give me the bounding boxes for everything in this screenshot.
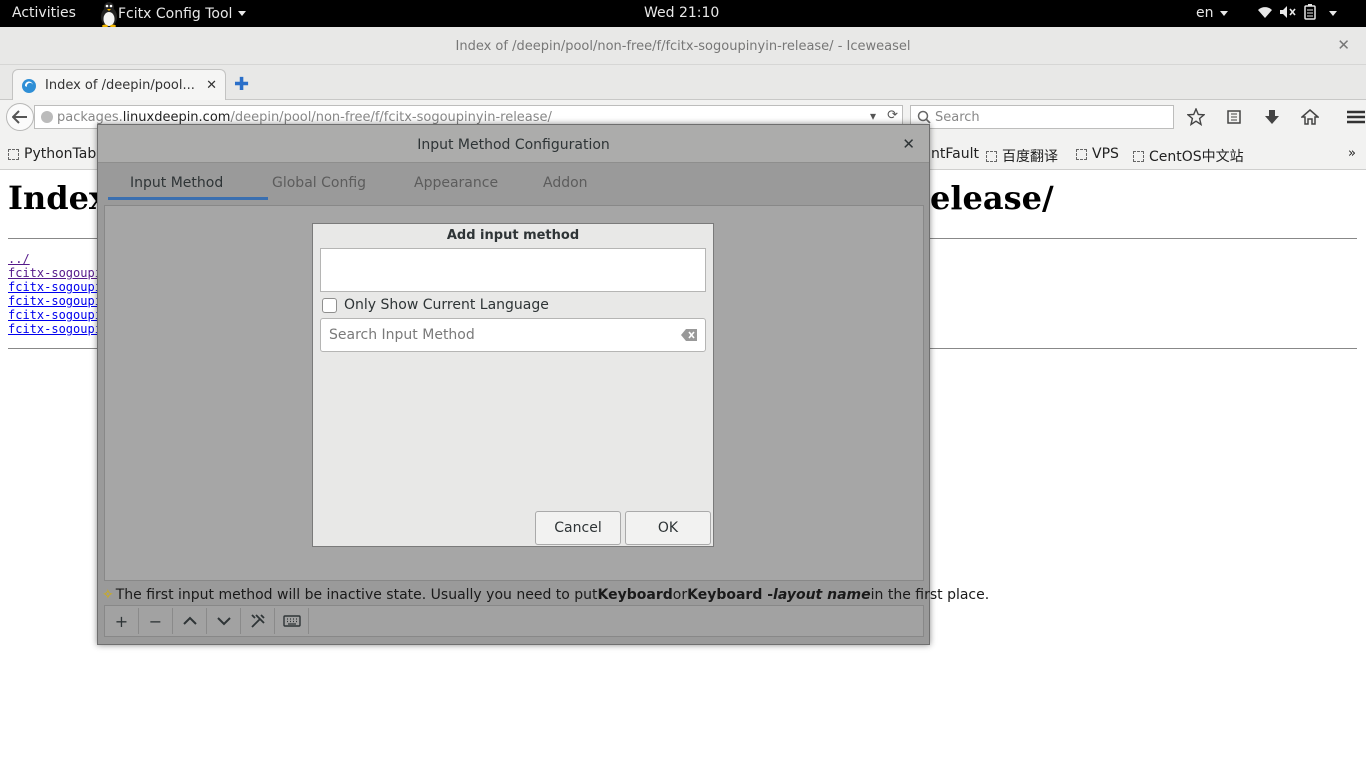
ok-button[interactable]: OK bbox=[625, 511, 711, 545]
tab-global-config[interactable]: Global Config bbox=[272, 175, 366, 191]
tab-addon[interactable]: Addon bbox=[543, 175, 588, 191]
site-identity-icon[interactable] bbox=[41, 111, 53, 123]
url-dropdown-icon[interactable]: ▾ bbox=[870, 109, 876, 123]
keyboard-layout-icon[interactable] bbox=[275, 608, 309, 634]
hint-star-icon: ✧ bbox=[102, 587, 114, 603]
tab-appearance[interactable]: Appearance bbox=[414, 175, 498, 191]
page-heading: Index bbox=[8, 179, 109, 217]
download-icon[interactable] bbox=[1260, 106, 1284, 128]
search-bar[interactable]: Search bbox=[910, 105, 1174, 129]
file-link[interactable]: fcitx-sogoupi bbox=[8, 266, 102, 280]
checkbox-box[interactable] bbox=[322, 297, 337, 313]
remove-icon[interactable]: − bbox=[139, 608, 173, 634]
bookmark-icon bbox=[8, 148, 19, 160]
close-icon[interactable]: ✕ bbox=[1337, 36, 1350, 54]
bookmarks-overflow-icon[interactable]: » bbox=[1348, 146, 1356, 161]
window-title: Index of /deepin/pool/non-free/f/fcitx-s… bbox=[455, 39, 911, 54]
search-placeholder: Search bbox=[935, 109, 980, 125]
clear-icon[interactable] bbox=[681, 329, 697, 345]
tab-input-method[interactable]: Input Method bbox=[130, 175, 223, 191]
clock[interactable]: Wed 21:10 bbox=[644, 5, 719, 21]
fcitx-toolbar: + − bbox=[104, 605, 924, 637]
bookmark-icon bbox=[1076, 148, 1087, 160]
battery-icon bbox=[1303, 3, 1317, 24]
hint-keyboard: Keyboard bbox=[597, 587, 673, 603]
bookmark-icon bbox=[1133, 150, 1144, 162]
dialog-title: Add input method bbox=[446, 228, 580, 243]
chevron-down-icon bbox=[238, 11, 247, 16]
tab-strip: Index of /deepin/pool... ✕ ✚ bbox=[0, 65, 1366, 101]
hint-text: The first input method will be inactive … bbox=[115, 587, 598, 603]
fcitx-titlebar: Input Method Configuration ✕ bbox=[98, 125, 929, 163]
file-link[interactable]: fcitx-sogoupi bbox=[8, 280, 102, 294]
bookmark-label: 百度翻译 bbox=[1002, 149, 1058, 165]
bookmark-item[interactable]: PythonTab bbox=[8, 146, 96, 162]
close-tab-icon[interactable]: ✕ bbox=[206, 78, 217, 93]
system-tray[interactable] bbox=[1257, 0, 1337, 27]
url-prefix: packages. bbox=[57, 109, 123, 125]
home-icon[interactable] bbox=[1298, 106, 1322, 128]
bookmark-item[interactable]: CentOS中文站 bbox=[1133, 146, 1244, 166]
volume-muted-icon bbox=[1279, 5, 1297, 23]
browser-titlebar: Index of /deepin/pool/non-free/f/fcitx-s… bbox=[0, 27, 1366, 65]
only-current-language-checkbox[interactable]: Only Show Current Language bbox=[322, 297, 549, 313]
bookmark-item[interactable]: 百度翻译 bbox=[986, 146, 1058, 166]
tab-label: Index of /deepin/pool... bbox=[45, 78, 195, 93]
fcitx-window-title: Input Method Configuration bbox=[417, 137, 610, 153]
configure-tools-icon[interactable] bbox=[241, 608, 275, 634]
language-label: en bbox=[1196, 5, 1214, 21]
file-link[interactable]: fcitx-sogoupi bbox=[8, 294, 102, 308]
bookmark-label: PythonTab bbox=[24, 146, 97, 162]
chevron-down-icon bbox=[1219, 10, 1228, 16]
chevron-down-icon bbox=[1329, 11, 1337, 16]
hint-keyboard-layout: Keyboard - bbox=[687, 587, 774, 603]
activities-button[interactable]: Activities bbox=[12, 5, 76, 21]
hint-layout-name: layout name bbox=[773, 587, 871, 603]
bookmark-icon bbox=[986, 150, 997, 162]
hint-text-or: or bbox=[672, 587, 688, 603]
input-method-preview-field[interactable] bbox=[320, 248, 706, 292]
file-link[interactable]: fcitx-sogoupi bbox=[8, 308, 102, 322]
file-list: ../ fcitx-sogoupi fcitx-sogoupi fcitx-so… bbox=[8, 252, 102, 336]
tab-index[interactable]: Index of /deepin/pool... ✕ bbox=[12, 69, 226, 101]
app-menu[interactable]: Fcitx Config Tool bbox=[96, 0, 247, 28]
file-link[interactable]: fcitx-sogoupi bbox=[8, 322, 102, 336]
deepin-favicon-icon bbox=[21, 78, 37, 94]
app-menu-label: Fcitx Config Tool bbox=[118, 5, 233, 22]
checkbox-label: Only Show Current Language bbox=[344, 297, 549, 313]
reload-icon[interactable]: ⟳ bbox=[887, 108, 898, 123]
url-host: linuxdeepin.com bbox=[122, 109, 231, 125]
hint-text-end: in the first place. bbox=[870, 587, 990, 603]
add-icon[interactable]: + bbox=[105, 608, 139, 634]
search-placeholder: Search Input Method bbox=[329, 327, 475, 343]
close-icon[interactable]: ✕ bbox=[902, 135, 915, 153]
wifi-icon bbox=[1257, 5, 1273, 23]
move-up-icon[interactable] bbox=[173, 608, 207, 634]
toolbar-icons bbox=[1184, 106, 1366, 128]
new-tab-icon[interactable]: ✚ bbox=[234, 74, 249, 95]
fcitx-tabs: Input Method Global Config Appearance Ad… bbox=[108, 163, 922, 201]
add-input-method-dialog: Add input method Only Show Current Langu… bbox=[312, 223, 714, 547]
cancel-button[interactable]: Cancel bbox=[535, 511, 621, 545]
bookmark-label: ntFault bbox=[931, 146, 979, 162]
language-indicator[interactable]: en bbox=[1196, 5, 1228, 21]
search-input-method-field[interactable]: Search Input Method bbox=[320, 318, 706, 352]
page-heading-tail: elease/ bbox=[930, 179, 1054, 217]
bookmark-label: VPS bbox=[1092, 146, 1119, 162]
url-path: /deepin/pool/non-free/f/fcitx-sogoupinyi… bbox=[230, 109, 552, 125]
move-down-icon[interactable] bbox=[207, 608, 241, 634]
bookmark-star-icon[interactable] bbox=[1184, 106, 1208, 128]
bookmark-item[interactable]: VPS bbox=[1076, 146, 1119, 162]
hamburger-menu-icon[interactable] bbox=[1344, 106, 1366, 128]
back-arrow-icon bbox=[12, 110, 27, 124]
bookmark-label: CentOS中文站 bbox=[1149, 149, 1244, 165]
bookmarks-menu-icon[interactable] bbox=[1222, 106, 1246, 128]
back-button[interactable] bbox=[6, 103, 34, 131]
active-tab-indicator bbox=[108, 197, 268, 200]
bookmark-item[interactable]: ntFault bbox=[931, 146, 979, 162]
parent-dir-link[interactable]: ../ bbox=[8, 252, 102, 266]
penguin-icon bbox=[96, 0, 122, 28]
hint-message: ✧ The first input method will be inactiv… bbox=[102, 585, 989, 605]
top-bar: Activities Fcitx Config Tool Wed 21:10 e… bbox=[0, 0, 1366, 28]
